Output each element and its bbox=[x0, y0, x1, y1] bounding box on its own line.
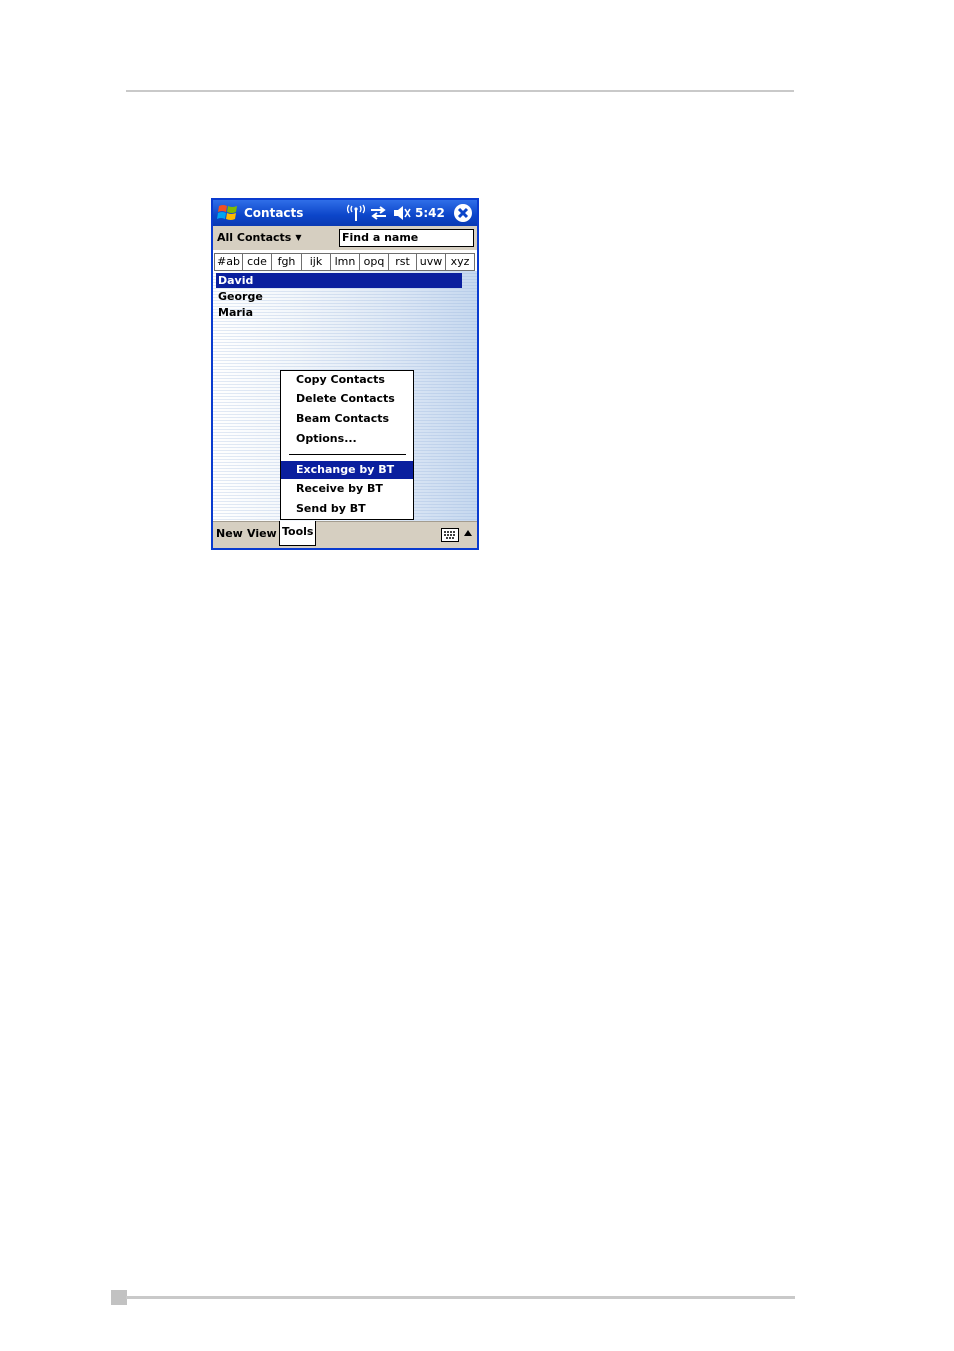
menu-bar: New View Tools bbox=[213, 521, 477, 548]
menu-item-receive-by-bt[interactable]: Receive by BT bbox=[281, 480, 413, 498]
tab-cde[interactable]: cde bbox=[243, 254, 272, 270]
connectivity-icon[interactable] bbox=[370, 205, 387, 221]
page-top-rule bbox=[126, 90, 794, 92]
tab-lmn[interactable]: lmn bbox=[331, 254, 360, 270]
list-item[interactable]: Maria bbox=[216, 305, 462, 320]
tab-ab[interactable]: #ab bbox=[214, 254, 243, 270]
title-bar: Contacts 5:42 bbox=[213, 200, 477, 226]
filter-bar: All Contacts ▼ Find a name bbox=[213, 226, 477, 250]
tab-opq[interactable]: opq bbox=[360, 254, 389, 270]
menu-item-beam-contacts[interactable]: Beam Contacts bbox=[281, 410, 413, 428]
page-bottom-rule bbox=[126, 1296, 795, 1299]
pda-screen: Contacts 5:42 All Contacts ▼ Find a name … bbox=[211, 198, 479, 550]
chevron-down-icon: ▼ bbox=[295, 233, 302, 242]
menu-item-send-by-bt[interactable]: Send by BT bbox=[281, 500, 413, 518]
tab-fgh[interactable]: fgh bbox=[272, 254, 302, 270]
menu-item-delete-contacts[interactable]: Delete Contacts bbox=[281, 390, 413, 408]
tools-menu: Copy Contacts Delete Contacts Beam Conta… bbox=[280, 370, 414, 520]
menu-item-copy-contacts[interactable]: Copy Contacts bbox=[281, 371, 413, 389]
antenna-signal-icon[interactable] bbox=[347, 204, 365, 222]
windows-start-icon[interactable] bbox=[216, 202, 240, 224]
app-title: Contacts bbox=[244, 206, 304, 220]
tab-xyz[interactable]: xyz bbox=[446, 254, 475, 270]
tab-uvw[interactable]: uvw bbox=[417, 254, 446, 270]
contact-list: David George Maria Copy Contacts Delete … bbox=[213, 271, 477, 521]
menu-separator bbox=[289, 454, 406, 455]
category-dropdown[interactable]: All Contacts ▼ bbox=[217, 231, 302, 244]
input-panel-arrow-icon[interactable] bbox=[463, 529, 473, 537]
view-button[interactable]: View bbox=[247, 527, 277, 540]
list-item[interactable]: George bbox=[216, 289, 462, 304]
page-footer-marker bbox=[111, 1290, 127, 1305]
category-label: All Contacts bbox=[217, 231, 292, 244]
menu-item-exchange-by-bt[interactable]: Exchange by BT bbox=[281, 461, 413, 479]
keyboard-icon[interactable] bbox=[441, 528, 459, 542]
tab-ijk[interactable]: ijk bbox=[302, 254, 331, 270]
speaker-muted-icon[interactable] bbox=[393, 205, 411, 221]
find-name-input[interactable]: Find a name bbox=[339, 229, 474, 247]
list-item[interactable]: David bbox=[216, 273, 462, 288]
clock[interactable]: 5:42 bbox=[415, 206, 445, 220]
tools-button[interactable]: Tools bbox=[279, 521, 317, 546]
close-icon[interactable] bbox=[453, 203, 473, 223]
alphabet-tabs: #ab cde fgh ijk lmn opq rst uvw xyz bbox=[214, 253, 475, 271]
tab-rst[interactable]: rst bbox=[389, 254, 417, 270]
menu-item-options[interactable]: Options... bbox=[281, 430, 413, 448]
new-button[interactable]: New bbox=[216, 527, 243, 540]
